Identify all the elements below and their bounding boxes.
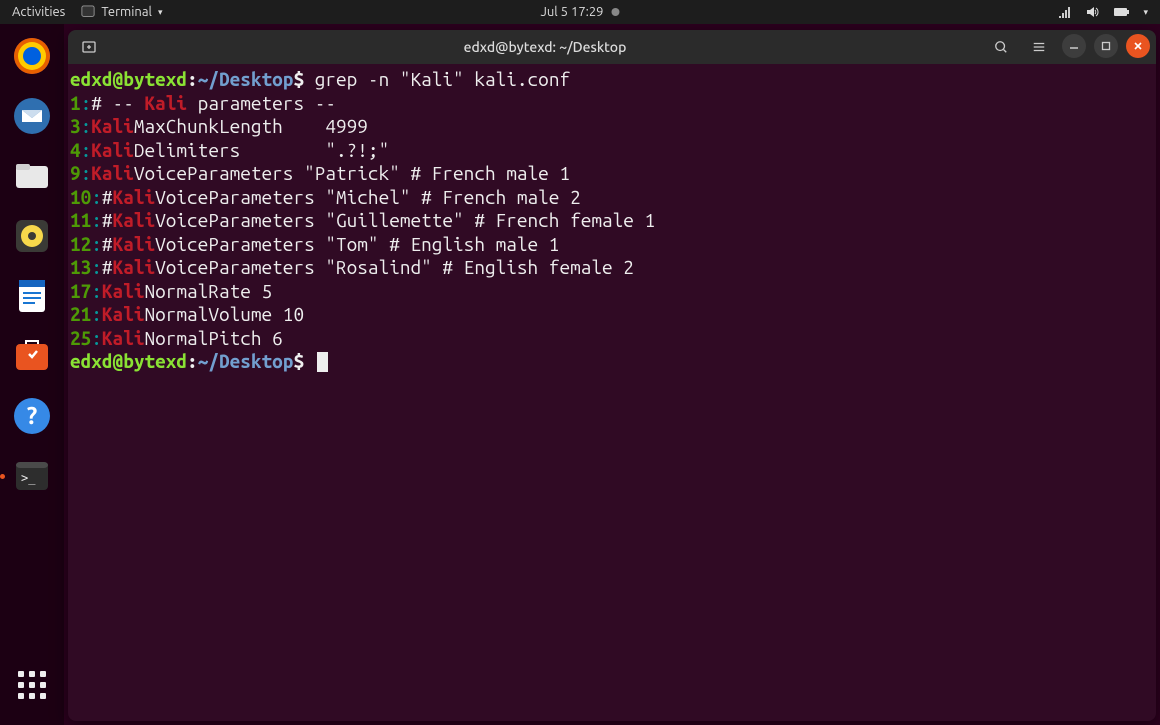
- top-bar: Activities Terminal ▾ Jul 5 17:29 ▾: [0, 0, 1160, 24]
- dock: ? >_: [0, 24, 64, 725]
- clock[interactable]: Jul 5 17:29: [540, 5, 619, 19]
- help-icon[interactable]: ?: [8, 392, 56, 440]
- minimize-button[interactable]: [1062, 34, 1086, 58]
- minimize-icon: [1068, 40, 1080, 52]
- chevron-down-icon: ▾: [1143, 7, 1148, 18]
- close-icon: [1132, 40, 1144, 52]
- show-apps-button[interactable]: [8, 661, 56, 709]
- volume-icon: [1085, 4, 1101, 20]
- network-icon: [1057, 4, 1073, 20]
- files-icon[interactable]: [8, 152, 56, 200]
- close-button[interactable]: [1126, 34, 1150, 58]
- battery-icon: [1113, 6, 1131, 18]
- software-icon[interactable]: [8, 332, 56, 380]
- clock-label: Jul 5 17:29: [540, 5, 603, 19]
- firefox-icon[interactable]: [8, 32, 56, 80]
- maximize-button[interactable]: [1094, 34, 1118, 58]
- thunderbird-icon[interactable]: [8, 92, 56, 140]
- terminal-icon[interactable]: >_: [8, 452, 56, 500]
- app-menu-label: Terminal: [101, 5, 152, 19]
- terminal-window: edxd@bytexd: ~/Desktop edxd@bytexd:~/Des…: [68, 30, 1156, 721]
- menu-button[interactable]: [1024, 34, 1054, 60]
- svg-text:?: ?: [27, 402, 38, 429]
- titlebar[interactable]: edxd@bytexd: ~/Desktop: [68, 30, 1156, 64]
- app-menu[interactable]: Terminal ▾: [81, 5, 162, 19]
- svg-text:>_: >_: [21, 471, 36, 485]
- activities-button[interactable]: Activities: [12, 5, 65, 19]
- notification-dot-icon: [612, 8, 620, 16]
- search-button[interactable]: [986, 34, 1016, 60]
- terminal-body[interactable]: edxd@bytexd:~/Desktop$ grep -n "Kali" ka…: [68, 64, 1156, 721]
- chevron-down-icon: ▾: [158, 7, 163, 18]
- hamburger-icon: [1032, 40, 1046, 54]
- rhythmbox-icon[interactable]: [8, 212, 56, 260]
- new-tab-button[interactable]: [74, 34, 104, 60]
- search-icon: [994, 40, 1008, 54]
- window-title: edxd@bytexd: ~/Desktop: [110, 39, 980, 55]
- writer-icon[interactable]: [8, 272, 56, 320]
- maximize-icon: [1100, 40, 1112, 52]
- system-tray[interactable]: ▾: [1057, 4, 1160, 20]
